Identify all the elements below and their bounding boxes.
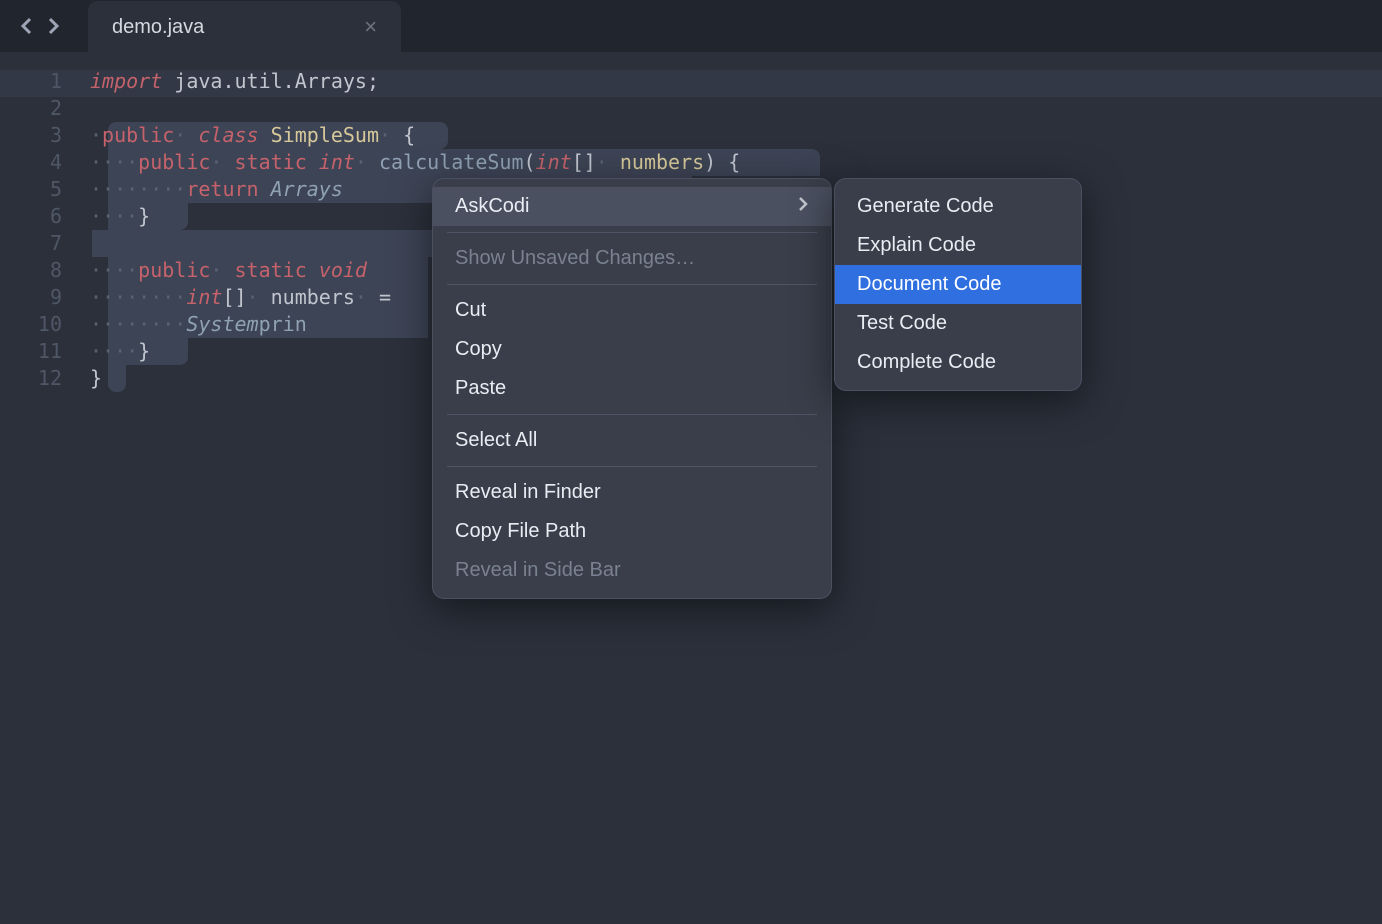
submenu-askcodi: Generate Code Explain Code Document Code… xyxy=(834,178,1082,391)
line-number: 1 xyxy=(0,68,62,95)
line-number: 10 xyxy=(0,311,62,338)
menu-item-copy[interactable]: Copy xyxy=(433,330,831,369)
chevron-right-icon xyxy=(797,195,809,218)
line-number: 7 xyxy=(0,230,62,257)
menu-label: Complete Code xyxy=(857,351,996,374)
menu-separator xyxy=(447,232,817,233)
tab-bar: demo.java × xyxy=(0,0,1382,52)
context-menu: AskCodi Show Unsaved Changes… Cut Copy P… xyxy=(432,178,832,599)
submenu-item-generate[interactable]: Generate Code xyxy=(835,187,1081,226)
line-number: 4 xyxy=(0,149,62,176)
menu-label: Explain Code xyxy=(857,234,976,257)
nav-arrows xyxy=(16,15,64,37)
nav-forward-button[interactable] xyxy=(42,15,64,37)
submenu-item-test[interactable]: Test Code xyxy=(835,304,1081,343)
line-number: 8 xyxy=(0,257,62,284)
code-line: ·public· class SimpleSum· { xyxy=(90,122,740,149)
menu-item-reveal-sidebar[interactable]: Reveal in Side Bar xyxy=(433,551,831,590)
submenu-item-explain[interactable]: Explain Code xyxy=(835,226,1081,265)
code-line: ····public· static int· calculateSum(int… xyxy=(90,149,740,176)
submenu-item-document[interactable]: Document Code xyxy=(835,265,1081,304)
gutter: 1 2 3 4 5 6 7 8 9 10 11 12 xyxy=(0,68,90,392)
menu-item-reveal-finder[interactable]: Reveal in Finder xyxy=(433,473,831,512)
menu-label: Reveal in Side Bar xyxy=(455,559,621,582)
menu-label: Copy xyxy=(455,338,502,361)
file-tab[interactable]: demo.java × xyxy=(88,1,401,53)
menu-label: Select All xyxy=(455,429,537,452)
menu-item-select-all[interactable]: Select All xyxy=(433,421,831,460)
line-number: 2 xyxy=(0,95,62,122)
line-number: 6 xyxy=(0,203,62,230)
menu-separator xyxy=(447,284,817,285)
close-icon[interactable]: × xyxy=(364,16,377,38)
code-line: import java.util.Arrays; xyxy=(90,68,740,95)
line-number: 3 xyxy=(0,122,62,149)
menu-label: Show Unsaved Changes… xyxy=(455,247,695,270)
menu-item-show-unsaved[interactable]: Show Unsaved Changes… xyxy=(433,239,831,278)
menu-label: Test Code xyxy=(857,312,947,335)
menu-separator xyxy=(447,414,817,415)
nav-back-button[interactable] xyxy=(16,15,38,37)
line-number: 5 xyxy=(0,176,62,203)
menu-item-askcodi[interactable]: AskCodi xyxy=(433,187,831,226)
menu-label: Cut xyxy=(455,299,486,322)
menu-label: Copy File Path xyxy=(455,520,586,543)
menu-label: Generate Code xyxy=(857,195,994,218)
line-number: 12 xyxy=(0,365,62,392)
menu-item-cut[interactable]: Cut xyxy=(433,291,831,330)
menu-separator xyxy=(447,466,817,467)
code-line xyxy=(90,95,740,122)
menu-label: AskCodi xyxy=(455,195,529,218)
menu-label: Document Code xyxy=(857,273,1002,296)
tab-filename: demo.java xyxy=(112,16,204,39)
menu-item-copy-path[interactable]: Copy File Path xyxy=(433,512,831,551)
menu-label: Paste xyxy=(455,377,506,400)
menu-label: Reveal in Finder xyxy=(455,481,601,504)
line-number: 9 xyxy=(0,284,62,311)
submenu-item-complete[interactable]: Complete Code xyxy=(835,343,1081,382)
menu-item-paste[interactable]: Paste xyxy=(433,369,831,408)
line-number: 11 xyxy=(0,338,62,365)
